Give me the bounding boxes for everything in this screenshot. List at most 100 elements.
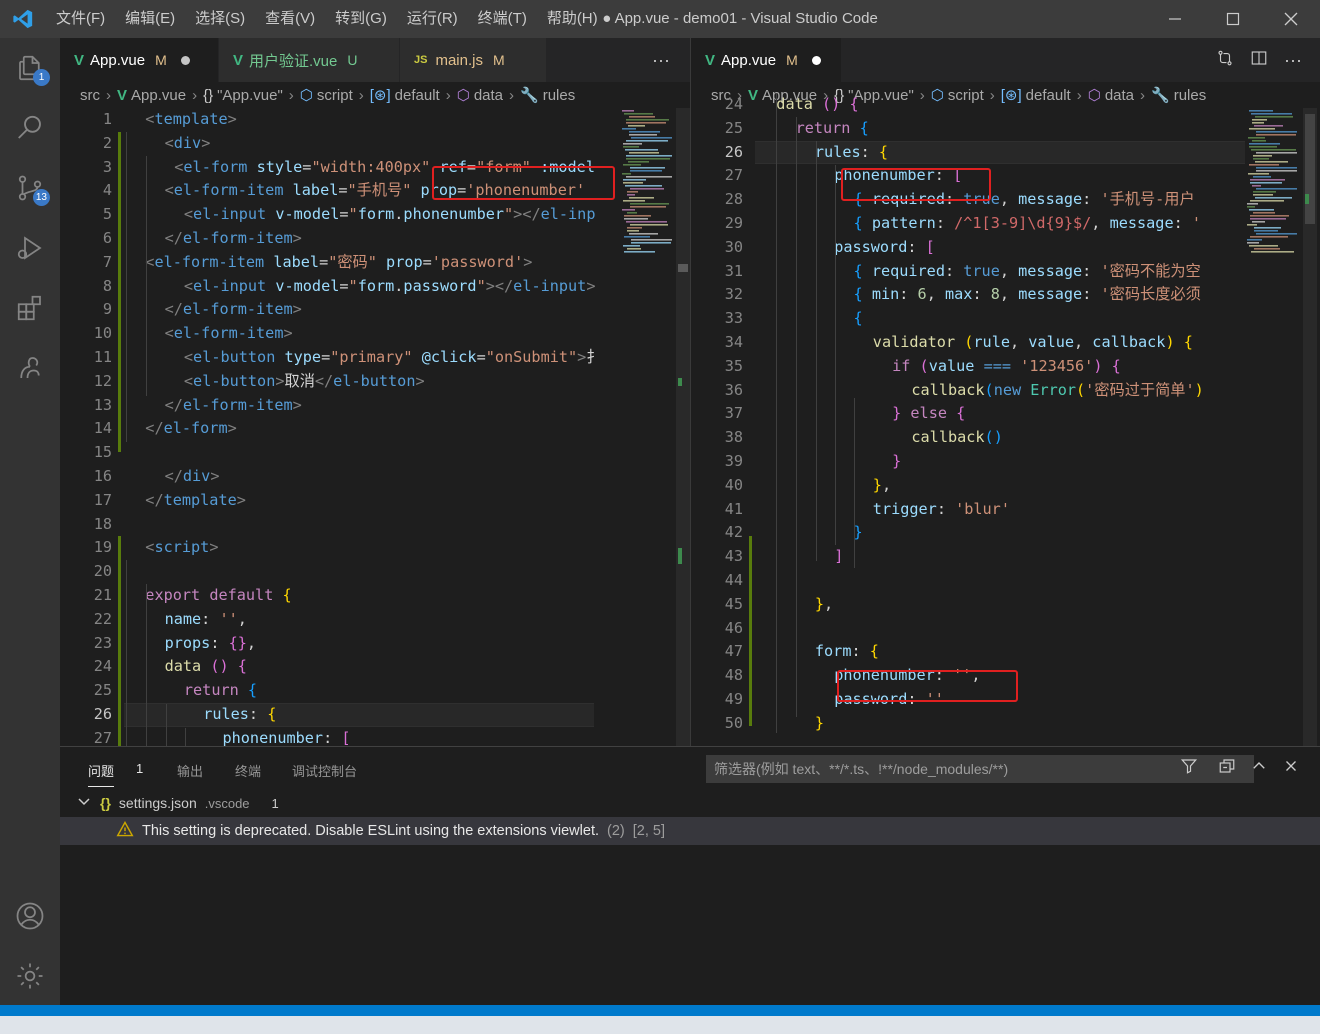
code-line[interactable]: 32 { min: 6, max: 8, message: '密码长度必须: [691, 283, 1320, 307]
left-more-actions-button[interactable]: ···: [644, 38, 678, 82]
code-line[interactable]: 25 return {: [60, 679, 690, 703]
code-line[interactable]: 41 trigger: 'blur': [691, 498, 1320, 522]
close-window-button[interactable]: [1262, 0, 1320, 38]
accounts-icon[interactable]: [0, 888, 60, 944]
code-line[interactable]: 37} else {: [691, 402, 1320, 426]
filter-icon[interactable]: [1180, 757, 1198, 780]
menu-item-2[interactable]: 选择(S): [185, 0, 255, 38]
breadcrumb-item[interactable]: ⬡ data: [457, 86, 503, 104]
code-line[interactable]: 33 {: [691, 307, 1320, 331]
code-line[interactable]: 20: [60, 560, 690, 584]
code-line[interactable]: 39}: [691, 450, 1320, 474]
code-line[interactable]: 5 <el-input v-model="form.phonenumber"></…: [60, 203, 690, 227]
right-more-actions-button[interactable]: ···: [1276, 50, 1310, 71]
split-editor-icon[interactable]: [1242, 49, 1276, 72]
code-line[interactable]: 15: [60, 441, 690, 465]
menu-item-1[interactable]: 编辑(E): [115, 0, 185, 38]
code-line[interactable]: 24 data () {: [691, 93, 1320, 117]
code-line[interactable]: 26 rules: {: [691, 141, 1320, 165]
left-code-editor[interactable]: 1 <template> 2 <div> 3 <el-form style="width:…: [60, 108, 690, 746]
breadcrumb-item[interactable]: [⊛] default: [370, 86, 440, 104]
code-line[interactable]: 24 data () {: [60, 655, 690, 679]
menu-item-7[interactable]: 帮助(H): [537, 0, 608, 38]
breadcrumb-item[interactable]: src: [80, 87, 100, 104]
code-line[interactable]: 46: [691, 617, 1320, 641]
breadcrumb-item[interactable]: V App.vue: [117, 87, 186, 104]
run-debug-icon[interactable]: [0, 220, 60, 276]
code-line[interactable]: 45},: [691, 593, 1320, 617]
code-line[interactable]: 34 validator (rule, value, callback) {: [691, 331, 1320, 355]
code-line[interactable]: 16 </div>: [60, 465, 690, 489]
code-line[interactable]: 35 if (value === '123456') {: [691, 355, 1320, 379]
collapse-all-icon[interactable]: [1218, 757, 1236, 780]
maximize-button[interactable]: [1204, 0, 1262, 38]
settings-gear-icon[interactable]: [0, 948, 60, 1004]
menu-item-4[interactable]: 转到(G): [325, 0, 397, 38]
code-line[interactable]: 26 rules: {: [60, 703, 690, 727]
code-line[interactable]: 27 phonenumber: [: [60, 727, 690, 746]
code-line[interactable]: 8 <el-input v-model="form.password"></el-…: [60, 275, 690, 299]
tab-terminal[interactable]: 终端: [235, 761, 261, 780]
compare-changes-icon[interactable]: [1208, 49, 1242, 72]
code-line[interactable]: 36 callback(new Error('密码过于简单'): [691, 379, 1320, 403]
code-line[interactable]: 43]: [691, 545, 1320, 569]
code-line[interactable]: 23 props: {},: [60, 632, 690, 656]
code-line[interactable]: 13 </el-form-item>: [60, 394, 690, 418]
code-line[interactable]: 25 return {: [691, 117, 1320, 141]
minimize-button[interactable]: [1146, 0, 1204, 38]
code-line[interactable]: 28{ required: true, message: '手机号-用户: [691, 188, 1320, 212]
code-line[interactable]: 17 </template>: [60, 489, 690, 513]
code-line[interactable]: 1 <template>: [60, 108, 690, 132]
right-code-editor[interactable]: 24 data () {25 return {26 rules: {27 phonenu…: [691, 93, 1320, 746]
menu-item-0[interactable]: 文件(F): [46, 0, 115, 38]
tab-output[interactable]: 输出: [177, 761, 203, 780]
code-line[interactable]: 44: [691, 569, 1320, 593]
code-line[interactable]: 27 phonenumber: [: [691, 164, 1320, 188]
left-scrollbar[interactable]: [676, 108, 690, 746]
code-line[interactable]: 14 </el-form>: [60, 417, 690, 441]
code-line[interactable]: 22 name: '',: [60, 608, 690, 632]
code-line[interactable]: 31 { required: true, message: '密码不能为空: [691, 260, 1320, 284]
code-line[interactable]: 50}: [691, 712, 1320, 736]
unsaved-dot-icon[interactable]: [811, 55, 821, 65]
code-line[interactable]: 18: [60, 513, 690, 537]
source-control-icon[interactable]: 13: [0, 160, 60, 216]
code-line[interactable]: 42}: [691, 521, 1320, 545]
tab-main-js[interactable]: JS main.js M: [400, 38, 546, 82]
code-line[interactable]: 30 password: [: [691, 236, 1320, 260]
tab-debug-console[interactable]: 调试控制台: [292, 761, 357, 780]
menu-item-3[interactable]: 查看(V): [255, 0, 325, 38]
chevron-down-icon[interactable]: [78, 795, 90, 811]
code-line[interactable]: 19 <script>: [60, 536, 690, 560]
breadcrumb-item[interactable]: 🔧 rules: [520, 86, 575, 104]
tab-app-vue[interactable]: V App.vue M: [60, 38, 218, 82]
unsaved-dot-icon[interactable]: [180, 55, 190, 65]
code-line[interactable]: 38 callback(): [691, 426, 1320, 450]
problem-file-row[interactable]: {} settings.json .vscode 1: [78, 795, 279, 811]
tab-app-vue-right[interactable]: V App.vue M: [691, 38, 841, 82]
maximize-panel-icon[interactable]: [1250, 757, 1268, 780]
code-line[interactable]: 40},: [691, 474, 1320, 498]
right-minimap[interactable]: [1245, 108, 1305, 263]
extensions-icon[interactable]: [0, 280, 60, 336]
code-line[interactable]: 2 <div>: [60, 132, 690, 156]
menu-item-5[interactable]: 运行(R): [397, 0, 468, 38]
breadcrumb-item[interactable]: ⬡ script: [300, 86, 353, 104]
close-panel-icon[interactable]: [1282, 757, 1300, 780]
code-line[interactable]: 6 </el-form-item>: [60, 227, 690, 251]
code-line[interactable]: 10 <el-form-item>: [60, 322, 690, 346]
code-line[interactable]: 12 <el-button>取消</el-button>: [60, 370, 690, 394]
code-line[interactable]: 21 export default {: [60, 584, 690, 608]
problems-filter-input[interactable]: 筛选器(例如 text、**/*.ts、!**/node_modules/**): [706, 755, 1254, 783]
menu-item-6[interactable]: 终端(T): [468, 0, 537, 38]
breadcrumb-item[interactable]: {} "App.vue": [203, 87, 283, 104]
tab-user-validation[interactable]: V 用户验证.vue U: [219, 38, 399, 82]
problem-row[interactable]: This setting is deprecated. Disable ESLi…: [60, 817, 1320, 845]
code-line[interactable]: 29 { pattern: /^1[3-9]\d{9}$/, message: ': [691, 212, 1320, 236]
search-icon[interactable]: [0, 100, 60, 156]
left-minimap[interactable]: [620, 108, 680, 263]
explorer-icon[interactable]: 1: [0, 40, 60, 96]
code-line[interactable]: 9 </el-form-item>: [60, 298, 690, 322]
right-scrollbar[interactable]: [1303, 108, 1317, 746]
code-line[interactable]: 47 form: {: [691, 640, 1320, 664]
